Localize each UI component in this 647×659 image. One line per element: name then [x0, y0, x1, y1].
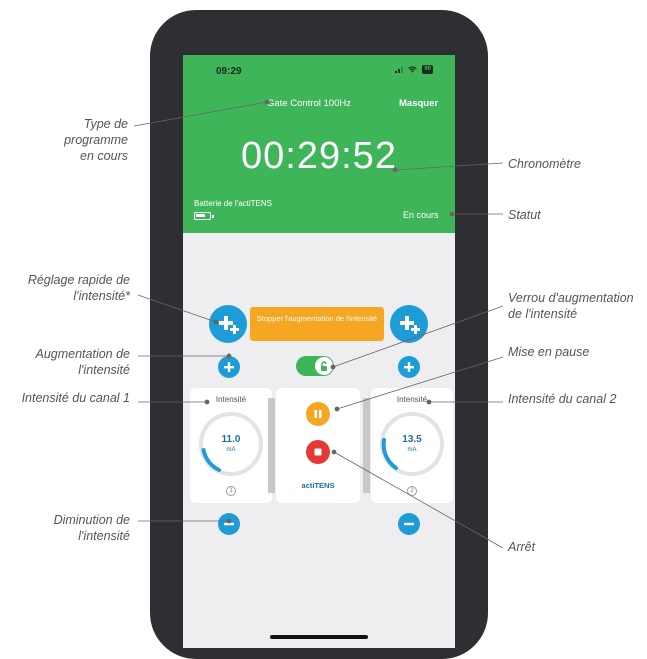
annotation-program-type: Type de programme en cours: [64, 117, 128, 163]
decrease-channel2-button[interactable]: [398, 513, 420, 535]
channel1-unit: mA: [226, 447, 236, 453]
pause-button[interactable]: [306, 402, 330, 426]
decrease-channel1-button[interactable]: [218, 513, 240, 535]
channel1-number: 1: [226, 486, 236, 496]
increase-channel1-button[interactable]: [218, 356, 240, 378]
session-timer: 00:29:52: [241, 135, 397, 177]
minus-icon: [404, 522, 414, 526]
annotation-pause: Mise en pause: [508, 345, 590, 359]
hide-button[interactable]: Masquer: [399, 98, 438, 109]
control-card: actiTENS: [276, 388, 360, 503]
annotation-chronometer: Chronomètre: [508, 157, 581, 171]
quick-intensity-button-right[interactable]: [390, 305, 428, 343]
channel1-value: 11.0: [221, 434, 241, 445]
annotation-quick-adjust: Réglage rapide de l'intensité*: [27, 273, 130, 303]
increase-lock-toggle[interactable]: [296, 356, 334, 376]
device-battery-label: Batterie de l'actiTENS: [194, 199, 273, 208]
brand-label: actiTENS: [301, 481, 335, 490]
channel1-slider-track[interactable]: [268, 398, 275, 493]
program-name: Gate Control 100Hz: [267, 98, 351, 109]
plus-icon: [224, 362, 234, 372]
wifi-icon: [408, 66, 418, 73]
annotation-stop: Arrêt: [508, 540, 536, 554]
status-icons: 90: [395, 65, 433, 74]
pause-icon: [314, 410, 322, 418]
quick-intensity-button-left[interactable]: [209, 305, 247, 343]
toggle-knob: [315, 357, 333, 375]
lock-icon: [321, 360, 327, 371]
home-indicator[interactable]: [270, 635, 368, 639]
minus-icon: [224, 522, 234, 526]
increase-channel2-button[interactable]: [398, 356, 420, 378]
channel2-number: 2: [407, 486, 417, 496]
device-battery-icon: [194, 212, 214, 220]
channel1-label: Intensité: [215, 395, 247, 404]
channel2-unit: mA: [407, 447, 417, 453]
channel2-card: Intensité 13.5 mA 2: [371, 388, 453, 503]
stop-button[interactable]: [306, 440, 330, 464]
app-screen: 09:29 90 Gate Control 100Hz Masquer 00:2…: [183, 55, 455, 648]
signal-icon: [395, 66, 404, 73]
stop-increase-button[interactable]: Stopper l'augmentation de l'intensité: [250, 307, 384, 341]
channel1-card: Intensité 11.0 mA 1: [190, 388, 272, 503]
double-plus-icon: [400, 316, 420, 334]
battery-level-badge: 90: [422, 65, 433, 74]
channel2-label: Intensité: [396, 395, 428, 404]
annotation-decrease: Diminution de l'intensité: [53, 513, 130, 543]
status-time: 09:29: [216, 66, 242, 77]
double-plus-icon: [219, 316, 239, 334]
annotation-lock: Verrou d'augmentation de l'intensité: [508, 291, 634, 321]
stop-icon: [314, 448, 322, 456]
annotation-status: Statut: [508, 208, 541, 222]
channel2-slider-track[interactable]: [363, 398, 370, 493]
plus-icon: [404, 362, 414, 372]
annotation-channel2: Intensité du canal 2: [508, 392, 617, 406]
annotation-increase: Augmentation de l'intensité: [35, 347, 130, 377]
channel2-value: 13.5: [402, 434, 422, 445]
session-status: En cours: [403, 210, 439, 220]
annotation-channel1: Intensité du canal 1: [21, 391, 130, 405]
